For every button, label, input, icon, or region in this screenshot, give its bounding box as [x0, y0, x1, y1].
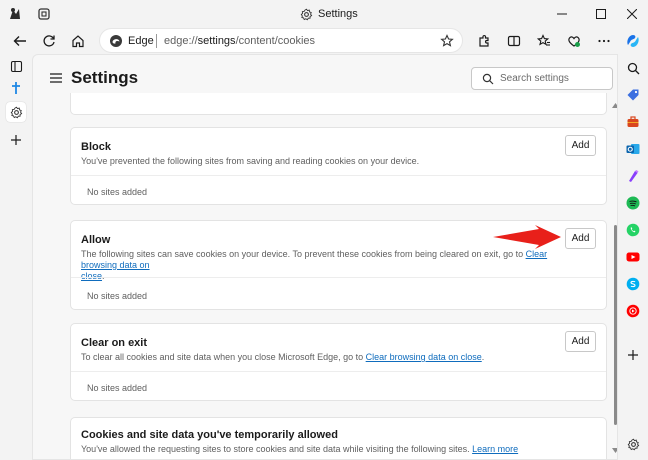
hamburger-menu-icon[interactable] [49, 72, 63, 84]
gear-icon [300, 8, 313, 21]
clear-on-exit-add-button[interactable]: Add [565, 331, 596, 352]
youtube-icon[interactable] [625, 249, 641, 265]
learn-more-link[interactable]: Learn more [472, 444, 518, 454]
left-vertical-strip [0, 54, 32, 460]
previous-section-card [70, 93, 607, 115]
right-sidebar [618, 54, 648, 460]
designer-icon[interactable] [625, 168, 641, 184]
copilot-icon[interactable] [623, 31, 643, 51]
block-section-title: Block [81, 141, 111, 153]
settings-tab-icon[interactable] [6, 102, 26, 122]
profile-icon[interactable] [7, 6, 23, 22]
clear-on-exit-section-card: Clear on exit To clear all cookies and s… [70, 323, 607, 401]
search-settings-box[interactable] [471, 67, 613, 90]
address-separator [156, 34, 157, 48]
browser-toolbar: Edge edge://settings/content/cookies [0, 28, 648, 54]
temporarily-allowed-section-title: Cookies and site data you've temporarily… [81, 429, 338, 441]
site-identity-label: Edge [128, 35, 154, 47]
address-bar[interactable]: Edge edge://settings/content/cookies [99, 28, 463, 53]
block-empty-text: No sites added [87, 187, 148, 197]
tab-actions-icon[interactable] [6, 56, 26, 76]
refresh-icon[interactable] [39, 31, 59, 51]
youtube-music-icon[interactable] [625, 303, 641, 319]
add-sidebar-app-plus-icon[interactable] [625, 347, 641, 363]
whatsapp-icon[interactable] [625, 222, 641, 238]
home-icon[interactable] [68, 31, 88, 51]
clear-on-exit-description: To clear all cookies and site data when … [81, 352, 485, 362]
workspaces-icon[interactable] [36, 6, 52, 22]
spotify-icon[interactable] [625, 195, 641, 211]
tools-briefcase-icon[interactable] [625, 114, 641, 130]
temporarily-allowed-section-card: Cookies and site data you've temporarily… [70, 417, 607, 459]
window-title: Settings [318, 8, 358, 20]
maximize-icon[interactable] [591, 4, 611, 24]
card-divider [71, 371, 606, 372]
url-text[interactable]: edge://settings/content/cookies [164, 35, 315, 47]
favorite-star-icon[interactable] [440, 34, 454, 48]
block-section-card: Block You've prevented the following sit… [70, 127, 607, 205]
clear-on-exit-empty-text: No sites added [87, 383, 148, 393]
vertical-scrollbar-thumb[interactable] [614, 225, 617, 425]
back-arrow-icon[interactable] [10, 31, 30, 51]
edge-logo-icon [109, 34, 123, 48]
close-icon[interactable] [622, 4, 642, 24]
clear-on-exit-section-title: Clear on exit [81, 337, 148, 349]
scroll-down-arrow-icon[interactable] [612, 448, 617, 453]
search-sidebar-icon[interactable] [625, 60, 641, 76]
clear-browsing-data-link[interactable]: Clear browsing data on close [366, 352, 482, 362]
extensions-icon[interactable] [474, 31, 494, 51]
search-settings-input[interactable] [500, 71, 608, 86]
card-divider [71, 175, 606, 176]
page-title: Settings [71, 68, 139, 87]
new-tab-plus-icon[interactable] [6, 130, 26, 150]
skype-icon[interactable] [625, 276, 641, 292]
window-title-group: Settings [300, 7, 358, 21]
settings-content-pane: Settings Block You've prevented the foll… [32, 54, 618, 460]
title-bar: Settings [0, 0, 648, 28]
card-divider [71, 277, 606, 278]
minimize-icon[interactable] [552, 4, 572, 24]
browser-essentials-icon[interactable] [564, 31, 584, 51]
block-add-button[interactable]: Add [565, 135, 596, 156]
search-icon [482, 73, 494, 85]
sidebar-settings-gear-icon[interactable] [625, 436, 641, 452]
scroll-up-arrow-icon[interactable] [612, 103, 617, 108]
allow-add-button[interactable]: Add [565, 228, 596, 249]
pinned-tab-icon[interactable] [6, 78, 26, 98]
favorites-icon[interactable] [534, 31, 554, 51]
shopping-tag-icon[interactable] [625, 87, 641, 103]
red-annotation-arrow [493, 225, 561, 249]
more-menu-icon[interactable] [594, 31, 614, 51]
temporarily-allowed-description: You've allowed the requesting sites to s… [81, 444, 519, 454]
allow-empty-text: No sites added [87, 291, 148, 301]
block-section-description: You've prevented the following sites fro… [81, 156, 420, 166]
split-screen-icon[interactable] [504, 31, 524, 51]
allow-section-title: Allow [81, 234, 111, 246]
outlook-icon[interactable] [625, 141, 641, 157]
